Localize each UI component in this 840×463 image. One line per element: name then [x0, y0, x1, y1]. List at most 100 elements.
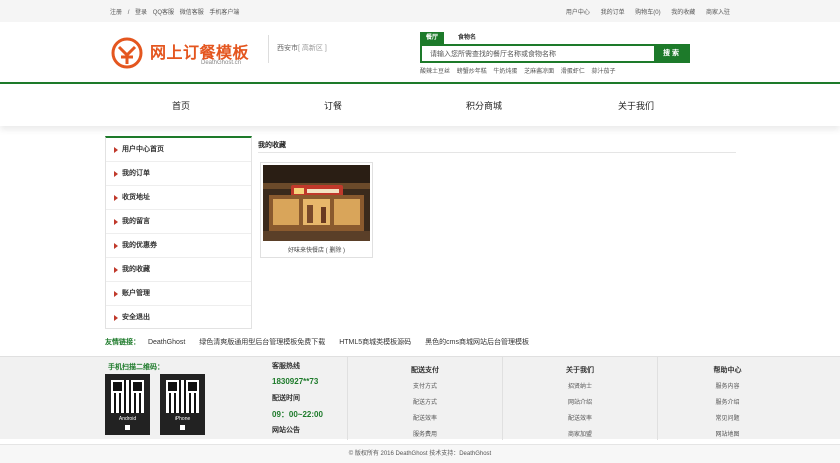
friend-link[interactable]: HTML5商城类模板源码 [339, 339, 411, 346]
arrow-right-icon [114, 219, 118, 225]
sidebar-item-label: 我的订单 [122, 170, 150, 177]
qr-label: iPhone [174, 416, 191, 422]
sidebar-item-label: 我的优惠券 [122, 242, 157, 249]
sidebar-item-account[interactable]: 账户管理 [106, 282, 251, 306]
wechat-service-link[interactable]: 微信客服 [180, 10, 204, 16]
qr-code-icon [166, 380, 199, 413]
arrow-right-icon [114, 243, 118, 249]
restaurant-photo-image [263, 165, 370, 241]
city-name: 西安市 [277, 45, 298, 52]
city-area: [ 高新区 ] [298, 45, 327, 52]
sidebar-item-logout[interactable]: 安全退出 [106, 306, 251, 330]
footer-col-delivery: 配送支付 支付方式 配送方式 配送效率 服务费用 [347, 357, 502, 440]
sidebar-item-address[interactable]: 收货地址 [106, 186, 251, 210]
my-favorites-link[interactable]: 我的收藏 [671, 10, 695, 16]
login-link[interactable]: 登录 [135, 10, 147, 16]
top-bar-left: 注册 / 登录 QQ客服 微信客服 手机客户端 [110, 7, 243, 16]
footer-link[interactable]: 配送效率 [348, 413, 502, 429]
search-tabs: 餐厅 食物名 [420, 32, 690, 44]
nav-order[interactable]: 订餐 [324, 99, 342, 112]
nav-about-us[interactable]: 关于我们 [618, 99, 654, 112]
footer: 手机扫描二维码： Android iPhone 客服热线 1830927**73… [0, 356, 840, 441]
merchant-join-link[interactable]: 商家入驻 [706, 10, 730, 16]
site-logo[interactable]: 网上订餐模板 DeathGhost.cn [111, 37, 261, 71]
delivery-time: 09：00~22:00 [272, 410, 323, 419]
sidebar-item-favorites[interactable]: 我的收藏 [106, 258, 251, 282]
qr-title: 手机扫描二维码： [108, 364, 164, 371]
cart-link[interactable]: 购物车(0) [635, 10, 660, 16]
sidebar-item-coupons[interactable]: 我的优惠券 [106, 234, 251, 258]
friend-links-label: 友情链接： [105, 339, 140, 346]
delivery-time-title: 配送时间 [272, 395, 300, 402]
top-bar-right: 用户中心 我的订单 购物车(0) 我的收藏 商家入驻 [557, 7, 730, 16]
user-center-link[interactable]: 用户中心 [566, 10, 590, 16]
search-box: 请输入您所需查找的餐厅名称或食物名称 搜 索 [420, 44, 690, 63]
iphone-qr-code: iPhone [160, 374, 205, 435]
sidebar-item-my-orders[interactable]: 我的订单 [106, 162, 251, 186]
footer-link[interactable]: 服务内容 [618, 381, 837, 397]
footer-col-title: 配送支付 [411, 367, 439, 374]
tab-restaurant[interactable]: 餐厅 [420, 32, 445, 44]
qr-label: Android [118, 416, 137, 422]
friend-link[interactable]: DeathGhost [148, 339, 185, 346]
friend-link[interactable]: 绿色清爽版通用型后台管理模板免费下载 [199, 339, 325, 346]
nav-home[interactable]: 首页 [172, 99, 190, 112]
restaurant-photo[interactable] [263, 165, 370, 241]
android-icon [125, 425, 130, 430]
arrow-right-icon [114, 315, 118, 321]
footer-link[interactable]: 支付方式 [348, 381, 502, 397]
footer-link[interactable]: 常见问题 [618, 413, 837, 429]
hotline-title: 客服热线 [272, 363, 300, 370]
arrow-right-icon [114, 171, 118, 177]
footer-link[interactable]: 服务费用 [348, 429, 502, 445]
site-notice-link[interactable]: 网站公告 [272, 425, 346, 441]
friend-link[interactable]: 黑色的cms商城网站后台管理模板 [425, 339, 529, 346]
separator: / [127, 10, 130, 16]
footer-link[interactable]: 网站地图 [618, 429, 837, 445]
top-bar: 注册 / 登录 QQ客服 微信客服 手机客户端 用户中心 我的订单 购物车(0)… [0, 0, 840, 22]
city-selector[interactable]: 西安市[ 高新区 ] [268, 35, 327, 63]
sidebar-item-label: 用户中心首页 [122, 146, 164, 153]
sidebar-item-label: 安全退出 [122, 314, 150, 321]
footer-link[interactable]: 服务介绍 [618, 397, 837, 413]
main-nav: 首页 订餐 积分商城 关于我们 [0, 82, 840, 126]
sidebar-item-label: 收货地址 [122, 194, 150, 201]
logo-subtitle: DeathGhost.cn [201, 60, 242, 66]
search-area: 餐厅 食物名 请输入您所需查找的餐厅名称或食物名称 搜 索 酸辣土豆丝 螃蟹炒年… [420, 32, 690, 75]
header: 网上订餐模板 DeathGhost.cn 西安市[ 高新区 ] 餐厅 食物名 请… [0, 22, 840, 82]
sidebar-item-messages[interactable]: 我的留言 [106, 210, 251, 234]
sidebar-item-label: 我的收藏 [122, 266, 150, 273]
hot-keyword[interactable]: 螃蟹炒年糕 [457, 69, 487, 75]
search-button[interactable]: 搜 索 [654, 46, 688, 61]
mobile-client-link[interactable]: 手机客户端 [209, 10, 239, 16]
favorite-caption[interactable]: 好味来快餐店 ( 删除 ) [261, 245, 372, 254]
arrow-right-icon [114, 291, 118, 297]
user-sidebar: 用户中心首页 我的订单 收货地址 我的留言 我的优惠券 我的收藏 账户管理 安全… [105, 136, 252, 329]
arrow-right-icon [114, 267, 118, 273]
hot-keyword[interactable]: 芝麻酱凉面 [524, 69, 554, 75]
register-link[interactable]: 注册 [110, 10, 122, 16]
hot-keyword[interactable]: 蒜汁茄子 [591, 69, 615, 75]
tab-food-name[interactable]: 食物名 [452, 32, 482, 44]
hot-keyword[interactable]: 酸辣土豆丝 [420, 69, 450, 75]
hot-keyword[interactable]: 滑蛋虾仁 [561, 69, 585, 75]
android-qr-code: Android [105, 374, 150, 435]
qq-service-link[interactable]: QQ客服 [153, 10, 174, 16]
my-orders-link[interactable]: 我的订单 [601, 10, 625, 16]
hotline-number: 1830927**73 [272, 377, 319, 386]
qr-code-icon [111, 380, 144, 413]
hot-keyword[interactable]: 牛奶炖蛋 [493, 69, 517, 75]
nav-points-mall[interactable]: 积分商城 [466, 99, 502, 112]
logo-emblem-icon [111, 37, 143, 69]
copyright: © 版权所有 2016 DeathGhost 技术支持：DeathGhost [0, 444, 840, 463]
sidebar-item-user-center[interactable]: 用户中心首页 [106, 138, 251, 162]
page-title: 我的收藏 [258, 140, 736, 153]
footer-col-help: 帮助中心 服务内容 服务介绍 常见问题 网站地图 [657, 357, 837, 440]
footer-col-title: 帮助中心 [713, 367, 742, 374]
footer-link[interactable]: 配送方式 [348, 397, 502, 413]
search-input[interactable]: 请输入您所需查找的餐厅名称或食物名称 [430, 49, 556, 59]
arrow-right-icon [114, 147, 118, 153]
favorite-card[interactable]: 好味来快餐店 ( 删除 ) [260, 162, 373, 258]
friend-links: 友情链接： DeathGhost 绿色清爽版通用型后台管理模板免费下载 HTML… [105, 337, 541, 347]
hot-keywords: 酸辣土豆丝 螃蟹炒年糕 牛奶炖蛋 芝麻酱凉面 滑蛋虾仁 蒜汁茄子 [420, 66, 690, 75]
